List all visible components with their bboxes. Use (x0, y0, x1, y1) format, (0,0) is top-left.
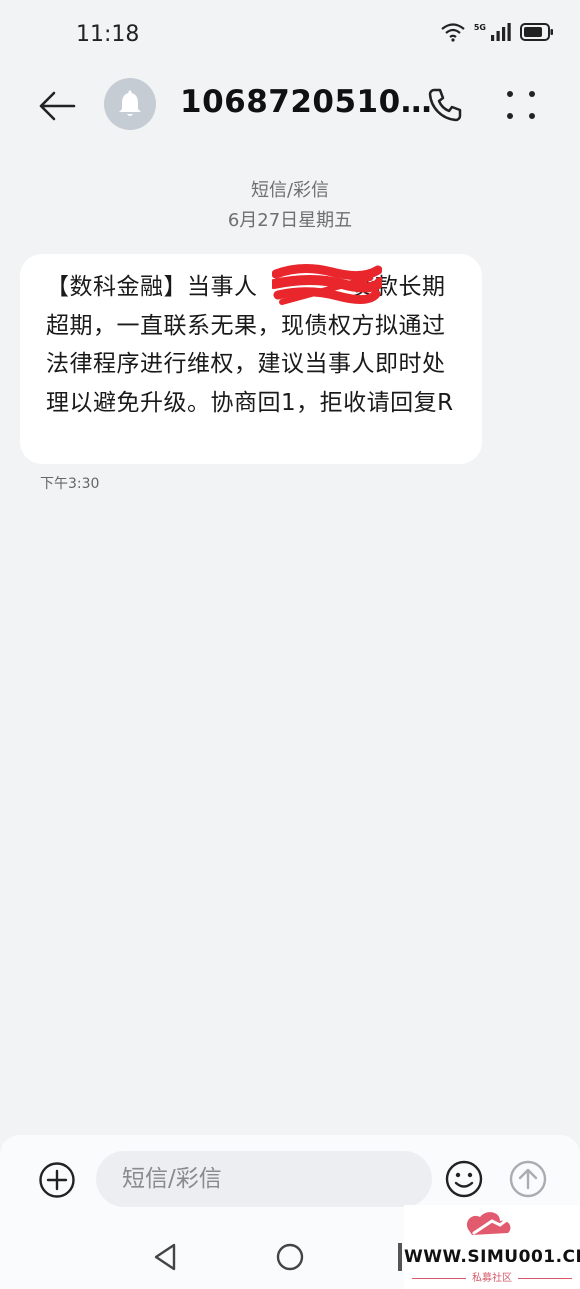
conversation-header: 1068720510… (0, 70, 580, 140)
message-input[interactable] (96, 1151, 432, 1207)
nav-back-button[interactable] (150, 1241, 182, 1273)
battery-icon (520, 22, 554, 46)
back-button[interactable] (36, 85, 78, 127)
phone-icon (428, 88, 462, 122)
nav-recents-button-edge[interactable] (398, 1243, 402, 1271)
bell-icon (119, 90, 141, 116)
message-text: 【数科金融】当事人 贷款长期超期，一直联系无果，现债权方拟通过法律程序进行维权，… (46, 274, 454, 416)
emoji-button[interactable] (444, 1159, 484, 1199)
watermark-logo-icon (466, 1210, 519, 1235)
more-options-button[interactable] (498, 84, 546, 126)
contact-avatar[interactable] (104, 78, 156, 130)
wifi-icon (440, 22, 466, 46)
call-button[interactable] (424, 84, 466, 126)
watermark: WWW.SIMU001.CN 私募社区 (404, 1205, 580, 1289)
plus-circle-icon (39, 1162, 75, 1198)
triangle-back-icon (154, 1243, 176, 1271)
send-arrow-icon (509, 1160, 547, 1198)
status-icons: 5G (440, 22, 554, 46)
redaction-scribble (272, 264, 382, 305)
status-bar: 11:18 5G (0, 0, 580, 70)
circle-home-icon (276, 1243, 304, 1271)
smiley-icon (445, 1160, 483, 1198)
watermark-subtitle: 私募社区 (404, 1269, 580, 1284)
status-time: 11:18 (76, 22, 140, 47)
message-date: 6月27日星期五 (227, 210, 353, 231)
send-button[interactable] (508, 1159, 548, 1199)
nav-home-button[interactable] (274, 1241, 306, 1273)
message-time: 下午3:30 (40, 476, 100, 492)
add-attachment-button[interactable] (38, 1161, 76, 1199)
back-arrow-icon (39, 91, 76, 121)
contact-number[interactable]: 1068720510… (180, 84, 432, 120)
signal-icon (490, 22, 512, 46)
watermark-domain: WWW.SIMU001.CN (404, 1247, 580, 1267)
more-dots-icon (507, 91, 535, 119)
message-bubble[interactable]: 【数科金融】当事人 贷款长期超期，一直联系无果，现债权方拟通过法律程序进行维权，… (20, 254, 482, 464)
network-type-label: 5G (473, 22, 486, 32)
message-type-label: 短信/彩信 (250, 180, 330, 201)
